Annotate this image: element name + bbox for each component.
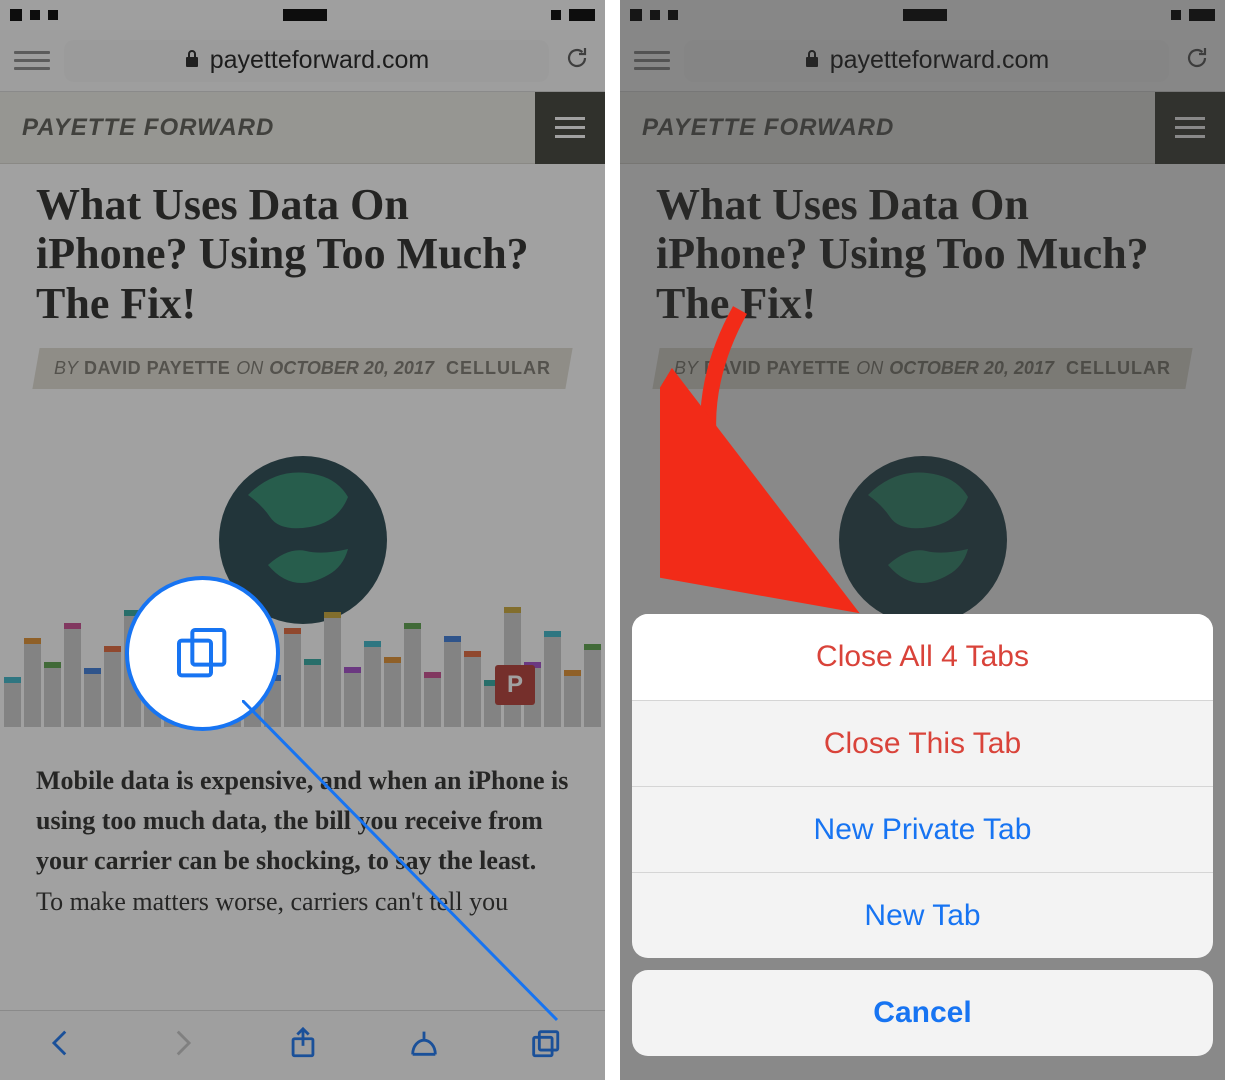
annotation-bubble: [125, 576, 280, 731]
tabs-icon: [171, 622, 235, 686]
new-private-tab-button[interactable]: New Private Tab: [632, 786, 1213, 872]
safari-toolbar: [0, 1010, 605, 1080]
article-title: What Uses Data On iPhone? Using Too Much…: [36, 180, 569, 328]
body-lead: Mobile data is expensive, and when an iP…: [36, 766, 568, 876]
bookmarks-button[interactable]: [407, 1026, 441, 1065]
article-meta: BY DAVID PAYETTE ON OCTOBER 20, 2017 CEL…: [32, 348, 572, 389]
sheet-group-main: Close All 4 Tabs Close This Tab New Priv…: [632, 614, 1213, 958]
close-all-tabs-button[interactable]: Close All 4 Tabs: [632, 614, 1213, 700]
new-tab-button[interactable]: New Tab: [632, 872, 1213, 958]
status-redacted: [283, 9, 327, 21]
lock-icon: [184, 46, 200, 75]
status-bar: [0, 0, 605, 30]
address-bar[interactable]: payetteforward.com: [64, 40, 549, 82]
article-illustration: P: [0, 415, 605, 735]
tabs-button[interactable]: [528, 1026, 562, 1065]
meta-date: OCTOBER 20, 2017: [269, 358, 434, 379]
reader-view-button[interactable]: [14, 59, 50, 62]
status-dot: [10, 9, 22, 21]
action-sheet: Close All 4 Tabs Close This Tab New Priv…: [632, 614, 1213, 1068]
meta-category: CELLULAR: [446, 358, 551, 379]
forward-button: [165, 1026, 199, 1065]
meta-on-label: ON: [236, 358, 263, 379]
battery-icon: [569, 9, 595, 21]
close-this-tab-label: Close This Tab: [824, 727, 1021, 761]
status-dot: [48, 10, 58, 20]
browser-nav-bar: payetteforward.com: [0, 30, 605, 92]
close-all-tabs-label: Close All 4 Tabs: [816, 640, 1029, 674]
close-this-tab-button[interactable]: Close This Tab: [632, 700, 1213, 786]
site-badge: P: [495, 665, 535, 705]
body-rest: To make matters worse, carriers can't te…: [36, 887, 508, 916]
status-dot: [30, 10, 40, 20]
site-menu-button[interactable]: [535, 92, 605, 164]
article-body: Mobile data is expensive, and when an iP…: [0, 735, 605, 922]
status-dot: [551, 10, 561, 20]
new-tab-label: New Tab: [864, 899, 980, 933]
site-title: PAYETTE FORWARD: [0, 114, 274, 142]
phone-left: payetteforward.com PAYETTE FORWARD What …: [0, 0, 605, 1080]
cancel-button[interactable]: Cancel: [632, 970, 1213, 1056]
phone-right: payetteforward.com PAYETTE FORWARD What …: [620, 0, 1225, 1080]
cancel-label: Cancel: [873, 996, 971, 1030]
meta-by-label: BY: [54, 358, 78, 379]
meta-author: DAVID PAYETTE: [84, 358, 230, 379]
url-text: payetteforward.com: [210, 46, 430, 75]
sheet-group-cancel: Cancel: [632, 970, 1213, 1056]
share-button[interactable]: [286, 1026, 320, 1065]
back-button[interactable]: [44, 1026, 78, 1065]
reload-button[interactable]: [563, 44, 591, 77]
site-header: PAYETTE FORWARD: [0, 92, 605, 164]
new-private-tab-label: New Private Tab: [814, 813, 1032, 847]
